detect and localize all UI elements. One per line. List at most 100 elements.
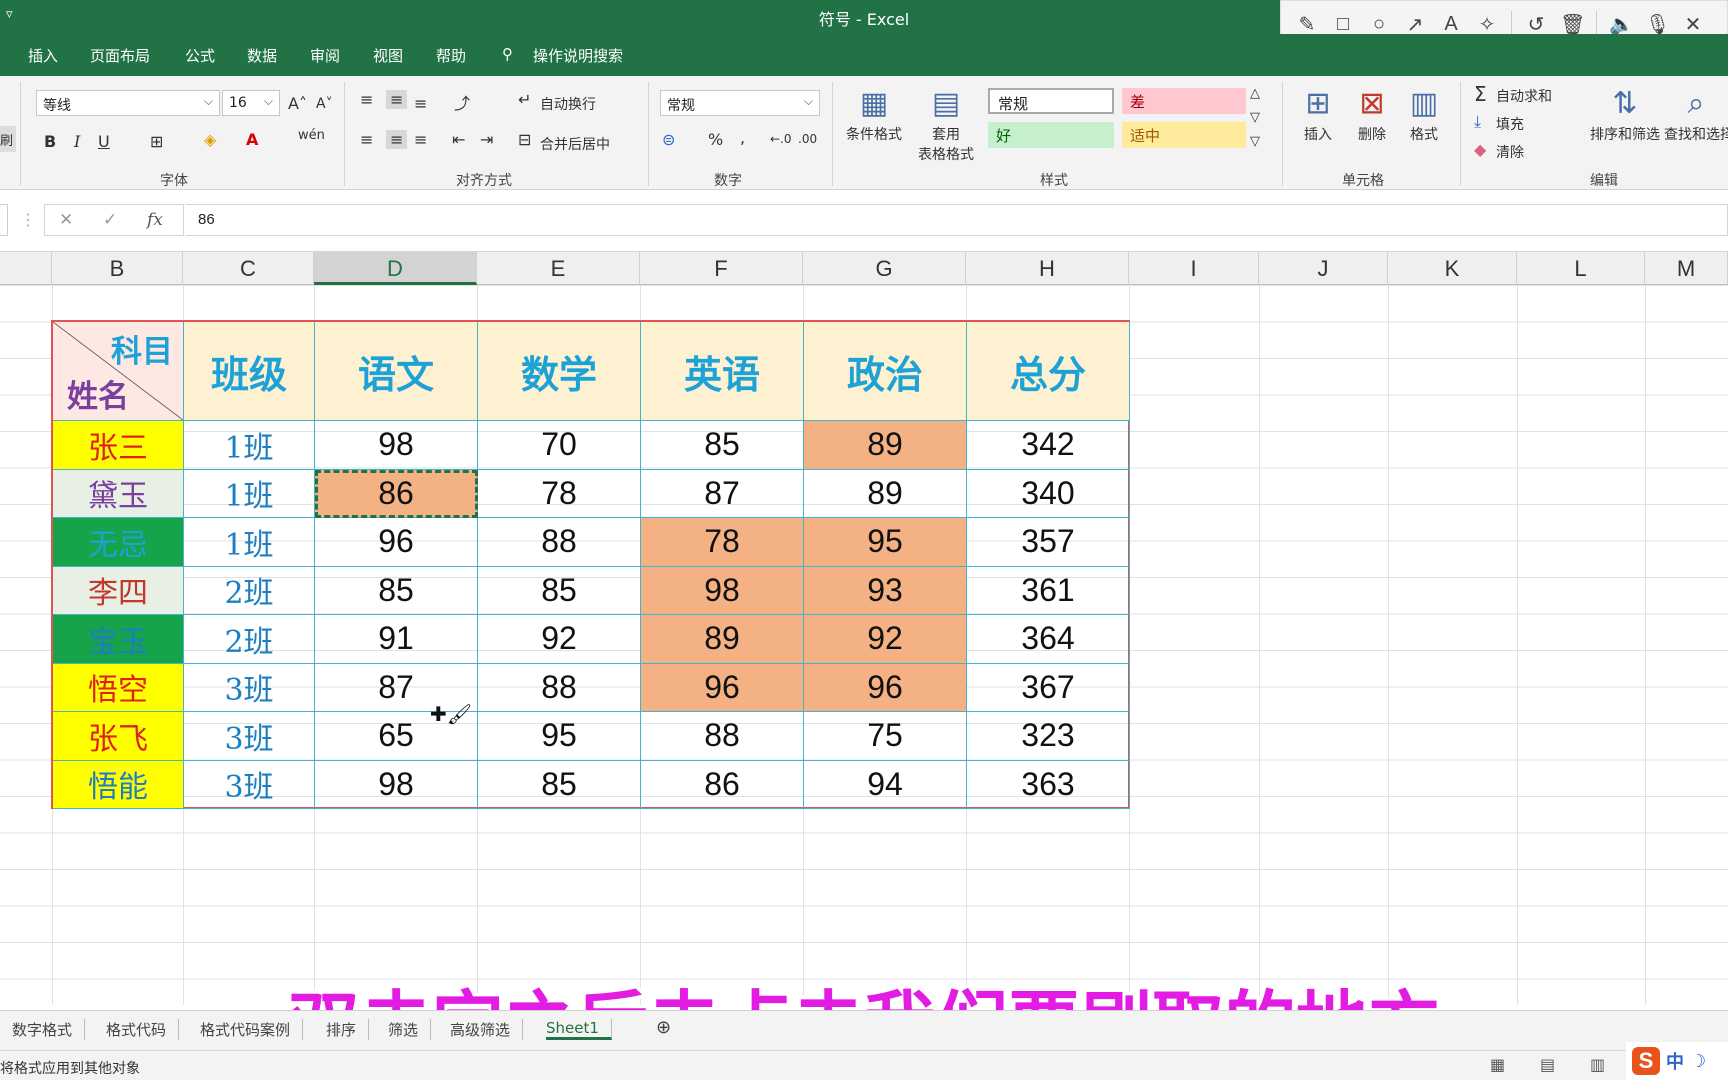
score-cell[interactable]: 367 [967,663,1130,712]
table-header-cell[interactable]: 语文 [315,322,478,421]
score-cell[interactable]: 89 [641,615,804,664]
class-cell[interactable]: 1班 [184,469,315,518]
table-header-cell[interactable]: 政治 [804,322,967,421]
orientation-icon[interactable]: ⤴ [454,90,470,114]
align-top-icon[interactable]: ≡ [360,90,373,109]
column-header[interactable]: E [477,252,640,285]
decrease-decimal-icon[interactable]: .00 [798,132,817,146]
column-header[interactable]: G [803,252,966,285]
circle-icon[interactable]: ○ [1367,13,1391,36]
percent-icon[interactable]: % [708,130,723,149]
column-header[interactable]: L [1517,252,1645,285]
score-cell[interactable]: 96 [641,663,804,712]
column-header[interactable]: M [1645,252,1728,285]
column-header[interactable]: F [640,252,803,285]
magic-wand-icon[interactable]: ✧ [1475,12,1499,37]
column-header[interactable]: B [52,252,183,285]
sheet-tab[interactable]: 格式代码 [106,1019,180,1040]
style-neutral[interactable]: 适中 [1122,122,1246,148]
font-color-icon[interactable]: A [246,130,258,149]
style-bad[interactable]: 差 [1122,88,1246,114]
student-name-cell[interactable]: 张飞 [53,712,184,761]
confirm-icon[interactable]: ✓ [103,210,117,230]
formula-input[interactable]: 86 [186,204,1728,236]
score-cell[interactable]: 85 [478,566,641,615]
decrease-font-icon[interactable]: A˅ [316,96,333,112]
comma-icon[interactable]: , [740,128,745,147]
sheet-tab[interactable]: 高级筛选 [450,1019,524,1040]
name-box[interactable] [0,204,8,236]
table-header-cell[interactable]: 数学 [478,322,641,421]
wrap-text-button[interactable]: 自动换行 [540,94,596,114]
sheet-tab[interactable]: 筛选 [388,1019,432,1040]
close-icon[interactable]: ✕ [1681,12,1705,37]
score-cell[interactable]: 93 [804,566,967,615]
score-cell[interactable]: 78 [641,518,804,567]
menu-tab[interactable]: 插入 [28,45,58,66]
style-normal[interactable]: 常规 [988,88,1114,114]
accounting-icon[interactable]: ⊜ [662,130,675,149]
insert-function-icon[interactable]: fx [147,210,163,230]
phonetic-icon[interactable]: wén [298,128,325,143]
score-cell[interactable]: 75 [804,712,967,761]
score-cell[interactable]: 92 [804,615,967,664]
class-cell[interactable]: 3班 [184,760,315,809]
format-cells-button[interactable]: ▥ 格式 [1392,84,1456,144]
student-name-cell[interactable]: 悟能 [53,760,184,809]
diagonal-header-cell[interactable]: 科目 姓名 [53,322,184,421]
tell-me-search[interactable]: 操作说明搜索 [533,45,623,66]
page-layout-icon[interactable]: ▤ [1540,1055,1555,1074]
class-cell[interactable]: 3班 [184,663,315,712]
class-cell[interactable]: 1班 [184,421,315,470]
student-name-cell[interactable]: 李四 [53,566,184,615]
score-cell[interactable]: 86 [641,760,804,809]
menu-tab[interactable]: 审阅 [310,45,340,66]
class-cell[interactable]: 1班 [184,518,315,567]
align-bottom-icon[interactable]: ≡ [414,94,427,113]
score-cell[interactable]: 92 [478,615,641,664]
class-cell[interactable]: 2班 [184,615,315,664]
cancel-icon[interactable]: ✕ [59,210,73,230]
score-cell[interactable]: 85 [478,760,641,809]
find-select-button[interactable]: ⌕ 查找和选择 [1664,84,1728,144]
menu-tab[interactable]: 数据 [247,45,277,66]
score-cell[interactable]: 95 [804,518,967,567]
menu-tab[interactable]: 帮助 [436,45,466,66]
speaker-icon[interactable]: 🔈 [1609,12,1634,37]
score-cell[interactable]: 340 [967,469,1130,518]
styles-scroll-down-icon[interactable]: ▽ [1250,110,1260,125]
student-name-cell[interactable]: 张三 [53,421,184,470]
score-cell[interactable]: 96 [804,663,967,712]
page-break-icon[interactable]: ▥ [1590,1055,1605,1074]
sheet-tab[interactable]: 排序 [326,1019,370,1040]
align-left-icon[interactable]: ≡ [360,130,373,149]
sheet-tab[interactable]: 格式代码案例 [200,1019,304,1040]
score-cell[interactable]: 86 [315,469,478,518]
sheet-tab[interactable]: Sheet1 [546,1019,612,1040]
score-cell[interactable]: 95 [478,712,641,761]
table-header-cell[interactable]: 班级 [184,322,315,421]
text-icon[interactable]: A [1439,13,1463,36]
number-format-select[interactable]: 常规 ⌵ [660,90,820,116]
score-cell[interactable]: 85 [315,566,478,615]
score-cell[interactable]: 323 [967,712,1130,761]
table-header-cell[interactable]: 英语 [641,322,804,421]
autosum-button[interactable]: 自动求和 [1496,86,1552,106]
sort-filter-button[interactable]: ⇅ 排序和筛选 [1582,84,1668,144]
column-header[interactable]: J [1259,252,1388,285]
trash-icon[interactable]: 🗑 [1560,12,1585,37]
fill-button[interactable]: 填充 [1496,114,1524,134]
increase-decimal-icon[interactable]: ←.0 [770,132,792,146]
score-cell[interactable]: 89 [804,421,967,470]
column-header[interactable]: H [966,252,1129,285]
ime-indicator[interactable]: S 中 ☽ [1626,1042,1728,1080]
arrow-icon[interactable]: ↗ [1403,12,1427,37]
bold-icon[interactable]: B [44,132,56,151]
score-cell[interactable]: 94 [804,760,967,809]
menu-tab[interactable]: 公式 [185,45,215,66]
format-painter-button[interactable]: 刷 [0,126,16,152]
score-cell[interactable]: 357 [967,518,1130,567]
sheet-tab[interactable]: 数字格式 [12,1019,86,1040]
score-cell[interactable]: 85 [641,421,804,470]
normal-view-icon[interactable]: ▦ [1490,1055,1505,1074]
